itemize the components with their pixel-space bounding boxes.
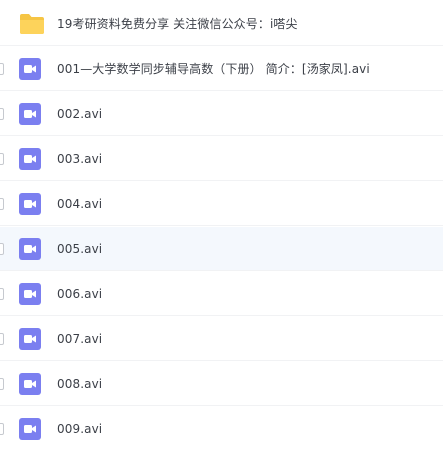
file-name[interactable]: 009.avi [57,422,102,436]
row-checkbox[interactable] [0,62,4,75]
file-name[interactable]: 002.avi [57,107,102,121]
file-name[interactable]: 006.avi [57,287,102,301]
file-row-video[interactable]: 004.avi [0,182,443,226]
file-row-video[interactable]: 003.avi [0,137,443,181]
file-row-video[interactable]: 001—大学数学同步辅导高数（下册） 简介：[汤家凤].avi [0,47,443,91]
file-name[interactable]: 001—大学数学同步辅导高数（下册） 简介：[汤家凤].avi [57,60,370,77]
file-row-video[interactable]: 002.avi [0,92,443,136]
file-row-folder[interactable]: 19考研资料免费分享 关注微信公众号：i嗒尖 [0,2,443,46]
file-name[interactable]: 007.avi [57,332,102,346]
file-row-video-hovered[interactable]: 005.avi [0,227,443,271]
file-name[interactable]: 003.avi [57,152,102,166]
folder-icon [19,13,44,35]
video-file-icon [19,147,41,170]
file-row-video[interactable]: 006.avi [0,272,443,316]
file-list: 19考研资料免费分享 关注微信公众号：i嗒尖 001—大学数学同步辅导高数（下册… [0,0,443,449]
row-checkbox[interactable] [0,242,4,255]
row-checkbox[interactable] [0,152,4,165]
video-file-icon [19,57,41,80]
video-file-icon [19,192,41,215]
video-file-icon [19,417,41,440]
file-name[interactable]: 008.avi [57,377,102,391]
file-name[interactable]: 19考研资料免费分享 关注微信公众号：i嗒尖 [57,15,298,32]
file-row-video[interactable]: 009.avi [0,407,443,449]
video-file-icon [19,372,41,395]
row-checkbox[interactable] [0,197,4,210]
file-name[interactable]: 005.avi [57,242,102,256]
row-checkbox[interactable] [0,107,4,120]
video-file-icon [19,327,41,350]
video-file-icon [19,237,41,260]
row-checkbox[interactable] [0,422,4,435]
row-checkbox[interactable] [0,332,4,345]
file-name[interactable]: 004.avi [57,197,102,211]
video-file-icon [19,102,41,125]
row-checkbox[interactable] [0,377,4,390]
row-checkbox[interactable] [0,287,4,300]
file-row-video[interactable]: 008.avi [0,362,443,406]
video-file-icon [19,282,41,305]
file-row-video[interactable]: 007.avi [0,317,443,361]
